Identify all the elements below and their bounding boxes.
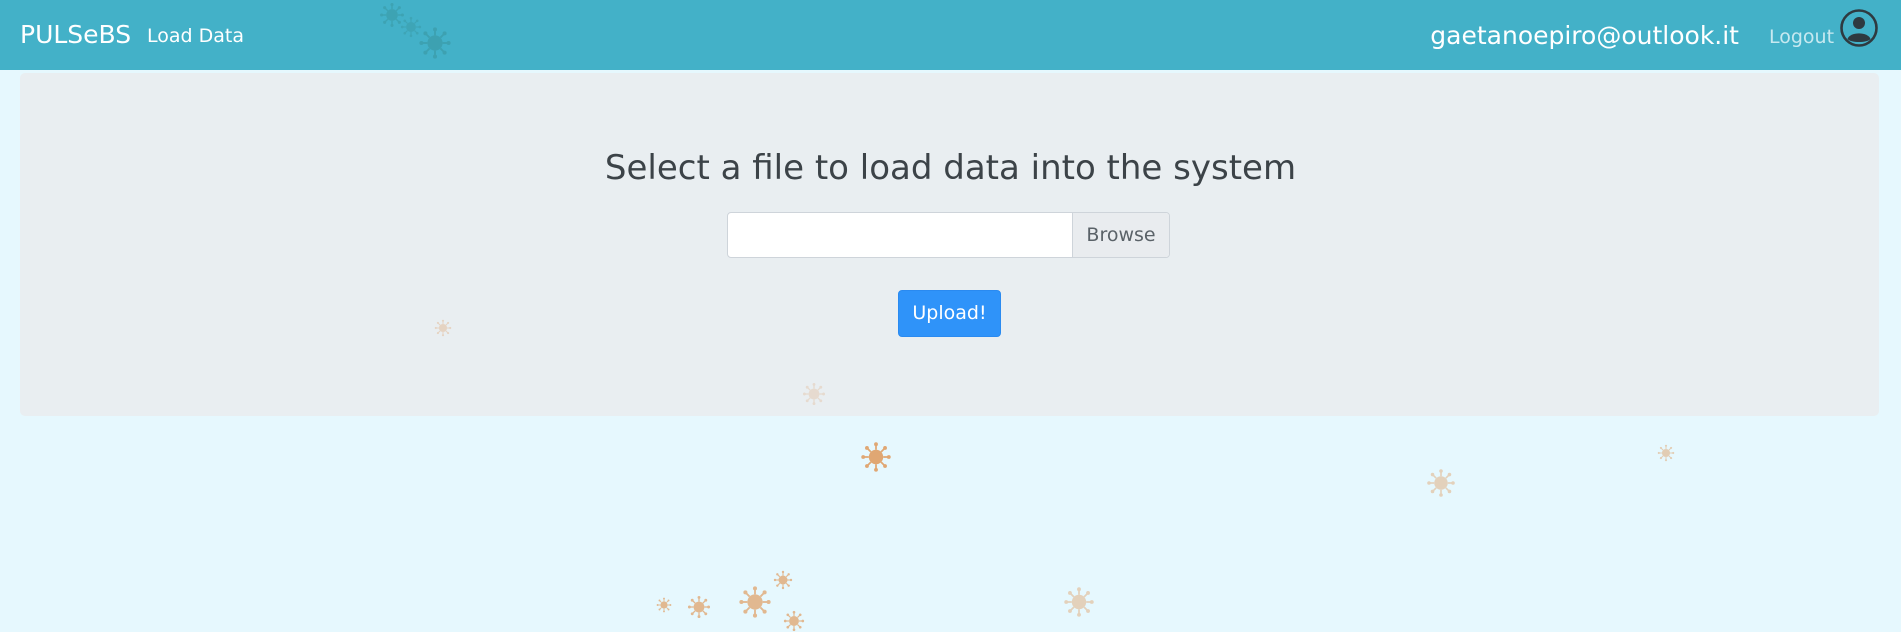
virus-icon xyxy=(1426,468,1456,498)
file-input[interactable]: Browse xyxy=(727,212,1170,258)
virus-icon xyxy=(656,597,672,613)
virus-icon xyxy=(783,610,805,632)
virus-icon xyxy=(687,595,711,619)
virus-icon xyxy=(434,319,452,337)
virus-icon xyxy=(418,26,452,60)
browse-button[interactable]: Browse xyxy=(1072,213,1169,257)
virus-icon xyxy=(738,585,772,619)
virus-icon xyxy=(1063,586,1095,618)
virus-icon xyxy=(860,441,892,473)
logout-link[interactable]: Logout xyxy=(1769,24,1834,50)
virus-icon xyxy=(802,382,826,406)
virus-icon xyxy=(773,570,793,590)
navbar: PULSeBS Load Data gaetanoepiro@outlook.i… xyxy=(0,0,1901,70)
page-title: Select a file to load data into the syst… xyxy=(604,148,1297,188)
brand-link[interactable]: PULSeBS xyxy=(20,20,131,50)
virus-icon xyxy=(1657,444,1675,462)
upload-button[interactable]: Upload! xyxy=(898,290,1001,337)
nav-link-load-data[interactable]: Load Data xyxy=(147,23,244,49)
user-email: gaetanoepiro@outlook.it xyxy=(1430,21,1739,50)
user-circle-icon[interactable] xyxy=(1840,9,1878,47)
